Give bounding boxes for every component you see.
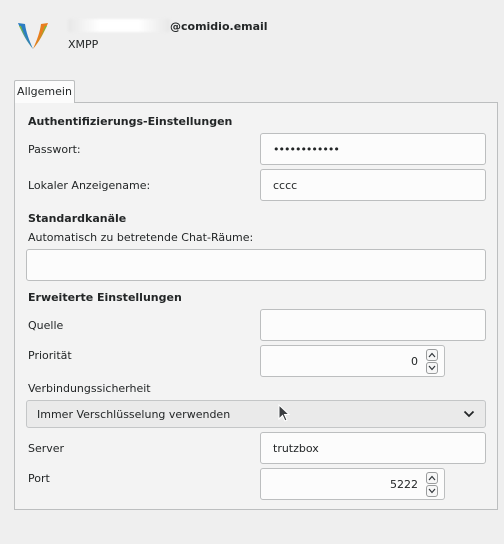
server-field[interactable]: trutzbox bbox=[260, 432, 486, 464]
xmpp-logo-icon bbox=[18, 23, 48, 49]
chevron-down-icon bbox=[463, 410, 475, 418]
account-domain: @comidio.email bbox=[170, 20, 268, 33]
arrow-down-icon[interactable] bbox=[426, 362, 438, 374]
security-label: Verbindungssicherheit bbox=[28, 382, 151, 395]
display-name-value: cccc bbox=[273, 178, 298, 192]
password-value: •••••••••••• bbox=[273, 142, 340, 156]
arrow-up-icon[interactable] bbox=[426, 472, 438, 484]
priority-value: 0 bbox=[411, 354, 418, 368]
password-label: Passwort: bbox=[28, 143, 81, 156]
mouse-pointer-icon bbox=[278, 404, 290, 422]
account-id: @comidio.email bbox=[68, 19, 268, 33]
account-protocol: XMPP bbox=[68, 38, 99, 51]
advanced-section-title: Erweiterte Einstellungen bbox=[28, 291, 182, 304]
port-label: Port bbox=[28, 472, 50, 485]
autojoin-label: Automatisch zu betretende Chat-Räume: bbox=[28, 231, 254, 244]
tab-allgemein[interactable]: Allgemein bbox=[14, 80, 75, 103]
server-value: trutzbox bbox=[273, 441, 319, 455]
auth-section-title: Authentifizierungs-Einstellungen bbox=[28, 115, 233, 128]
source-field[interactable] bbox=[260, 309, 486, 341]
priority-label: Priorität bbox=[28, 349, 72, 362]
port-spinbox[interactable]: 5222 bbox=[260, 468, 445, 500]
autojoin-rooms-field[interactable] bbox=[26, 249, 486, 281]
security-value: Immer Verschlüsselung verwenden bbox=[37, 407, 231, 421]
arrow-down-icon[interactable] bbox=[426, 485, 438, 497]
connection-security-combobox[interactable]: Immer Verschlüsselung verwenden bbox=[26, 400, 486, 428]
source-label: Quelle bbox=[28, 319, 64, 332]
arrow-up-icon[interactable] bbox=[426, 349, 438, 361]
redacted-username bbox=[68, 19, 170, 32]
password-field[interactable]: •••••••••••• bbox=[260, 133, 486, 165]
display-name-label: Lokaler Anzeigename: bbox=[28, 179, 151, 192]
server-label: Server bbox=[28, 442, 65, 455]
port-value: 5222 bbox=[390, 477, 418, 491]
priority-spinbox[interactable]: 0 bbox=[260, 345, 445, 377]
display-name-field[interactable]: cccc bbox=[260, 169, 486, 201]
channels-section-title: Standardkanäle bbox=[28, 212, 127, 225]
